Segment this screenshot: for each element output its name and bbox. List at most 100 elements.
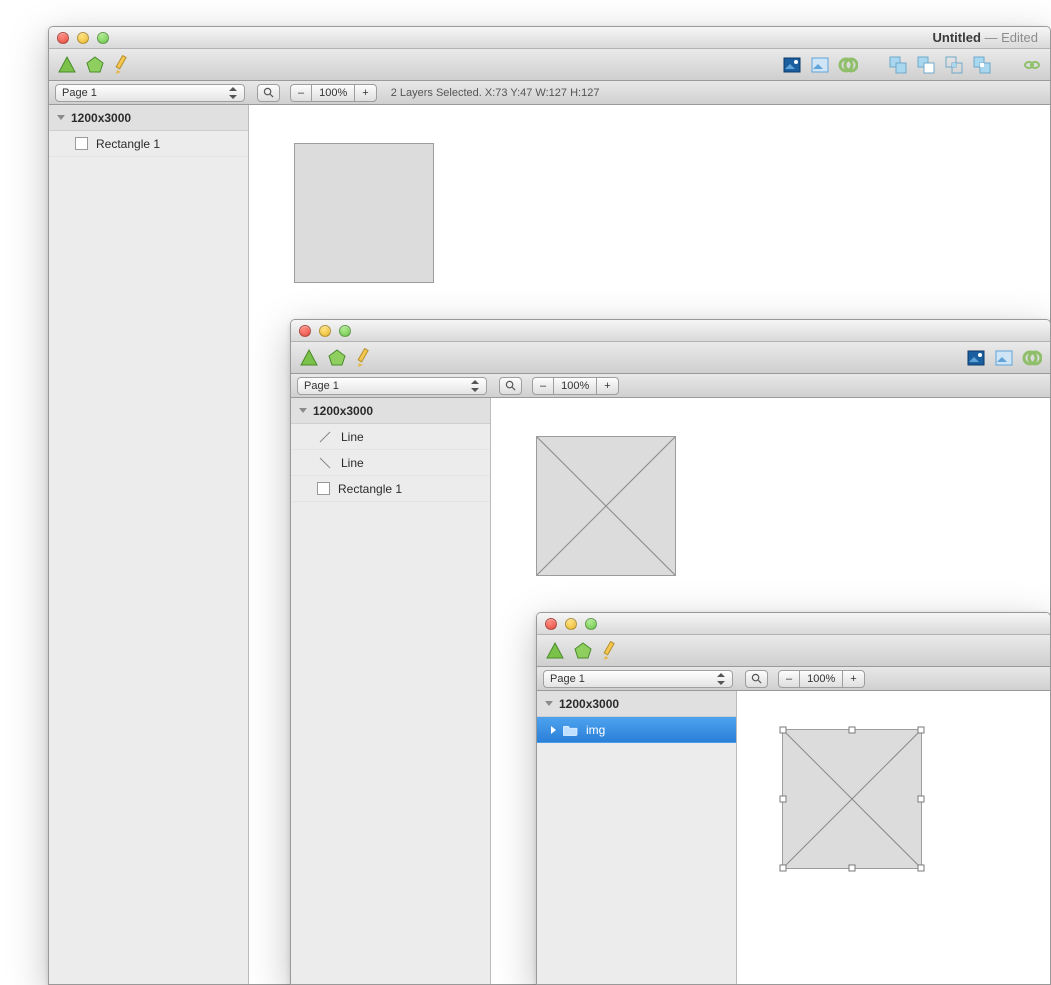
artboard-row[interactable]: 1200x3000	[49, 105, 248, 131]
pentagon-tool-icon[interactable]	[85, 55, 105, 75]
zoom-stepper: – 100% +	[290, 84, 377, 102]
titlebar[interactable]	[537, 613, 1050, 635]
layers-sidebar: 1200x3000 Line Line Rectangle 1	[291, 398, 491, 984]
zoom-value[interactable]: 100%	[311, 84, 355, 102]
stepper-icon	[470, 380, 480, 392]
zoom-in-button[interactable]: +	[354, 84, 376, 102]
pencil-tool-icon[interactable]	[601, 641, 621, 661]
layer-row[interactable]: Line	[291, 424, 490, 450]
search-button[interactable]	[499, 377, 522, 395]
pentagon-tool-icon[interactable]	[327, 348, 347, 368]
resize-handle[interactable]	[780, 727, 787, 734]
search-button[interactable]	[257, 84, 280, 102]
layers-sidebar: 1200x3000 img	[537, 691, 737, 984]
window-3: Page 1 – 100% + 1200x3000 img	[536, 612, 1051, 985]
resize-handle[interactable]	[849, 865, 856, 872]
page-label: Page 1	[62, 87, 97, 99]
minimize-button[interactable]	[77, 32, 89, 44]
stepper-icon	[716, 673, 726, 685]
difference-icon[interactable]	[972, 55, 992, 75]
pentagon-tool-icon[interactable]	[573, 641, 593, 661]
zoom-stepper: – 100% +	[532, 377, 619, 395]
page-select[interactable]: Page 1	[55, 84, 245, 102]
zoom-out-button[interactable]: –	[290, 84, 312, 102]
image-fill-icon[interactable]	[782, 55, 802, 75]
window-title: Untitled — Edited	[933, 30, 1039, 45]
minimize-button[interactable]	[319, 325, 331, 337]
close-button[interactable]	[545, 618, 557, 630]
canvas[interactable]	[737, 691, 1050, 984]
page-label: Page 1	[304, 380, 339, 392]
union-icon[interactable]	[888, 55, 908, 75]
artboard-row[interactable]: 1200x3000	[291, 398, 490, 424]
zoom-button[interactable]	[339, 325, 351, 337]
toolbar	[291, 342, 1050, 374]
zoom-value[interactable]: 100%	[799, 670, 843, 688]
minimize-button[interactable]	[565, 618, 577, 630]
ring-icon[interactable]	[1022, 348, 1042, 368]
layer-row[interactable]: Rectangle 1	[291, 476, 490, 502]
rectangle-icon	[317, 482, 330, 495]
zoom-in-button[interactable]: +	[842, 670, 864, 688]
zoom-button[interactable]	[97, 32, 109, 44]
disclosure-icon	[545, 701, 553, 706]
intersect-icon[interactable]	[944, 55, 964, 75]
controlbar: Page 1 – 100% +	[537, 667, 1050, 691]
zoom-value[interactable]: 100%	[553, 377, 597, 395]
page-select[interactable]: Page 1	[297, 377, 487, 395]
zoom-out-button[interactable]: –	[532, 377, 554, 395]
traffic-lights	[49, 32, 109, 44]
zoom-button[interactable]	[585, 618, 597, 630]
pencil-tool-icon[interactable]	[113, 55, 133, 75]
image-outline-icon[interactable]	[810, 55, 830, 75]
resize-handle[interactable]	[780, 865, 787, 872]
link-icon[interactable]	[1022, 55, 1042, 75]
search-button[interactable]	[745, 670, 768, 688]
pencil-tool-icon[interactable]	[355, 348, 375, 368]
artboard-row[interactable]: 1200x3000	[537, 691, 736, 717]
toolbar	[49, 49, 1050, 81]
image-outline-icon[interactable]	[994, 348, 1014, 368]
layer-label: Rectangle 1	[96, 137, 160, 151]
titlebar[interactable]: Untitled — Edited	[49, 27, 1050, 49]
artboard-label: 1200x3000	[559, 697, 619, 711]
controlbar: Page 1 – 100% + 2 Layers Selected. X:73 …	[49, 81, 1050, 105]
resize-handle[interactable]	[780, 796, 787, 803]
disclosure-icon	[57, 115, 65, 120]
zoom-stepper: – 100% +	[778, 670, 865, 688]
triangle-tool-icon[interactable]	[57, 55, 77, 75]
artboard-label: 1200x3000	[313, 404, 373, 418]
close-button[interactable]	[57, 32, 69, 44]
zoom-out-button[interactable]: –	[778, 670, 800, 688]
triangle-tool-icon[interactable]	[545, 641, 565, 661]
layer-row[interactable]: Line	[291, 450, 490, 476]
page-select[interactable]: Page 1	[543, 670, 733, 688]
line-icon	[317, 455, 333, 471]
rectangle-shape[interactable]	[294, 143, 434, 283]
ring-icon[interactable]	[838, 55, 858, 75]
layer-label: img	[586, 723, 605, 737]
triangle-tool-icon[interactable]	[299, 348, 319, 368]
close-button[interactable]	[299, 325, 311, 337]
titlebar[interactable]	[291, 320, 1050, 342]
zoom-in-button[interactable]: +	[596, 377, 618, 395]
subtract-icon[interactable]	[916, 55, 936, 75]
placeholder-shape[interactable]	[536, 436, 676, 576]
resize-handle[interactable]	[918, 796, 925, 803]
disclosure-icon	[551, 726, 556, 734]
image-fill-icon[interactable]	[966, 348, 986, 368]
rectangle-icon	[75, 137, 88, 150]
title-label: Untitled	[933, 30, 981, 45]
layer-row-folder[interactable]: img	[537, 717, 736, 743]
layer-label: Line	[341, 456, 364, 470]
layer-row[interactable]: Rectangle 1	[49, 131, 248, 157]
stepper-icon	[228, 87, 238, 99]
resize-handle[interactable]	[918, 865, 925, 872]
status-text: 2 Layers Selected. X:73 Y:47 W:127 H:127	[391, 87, 600, 99]
traffic-lights	[537, 618, 597, 630]
controlbar: Page 1 – 100% +	[291, 374, 1050, 398]
selected-group-shape[interactable]	[782, 729, 922, 869]
layer-label: Rectangle 1	[338, 482, 402, 496]
resize-handle[interactable]	[849, 727, 856, 734]
resize-handle[interactable]	[918, 727, 925, 734]
